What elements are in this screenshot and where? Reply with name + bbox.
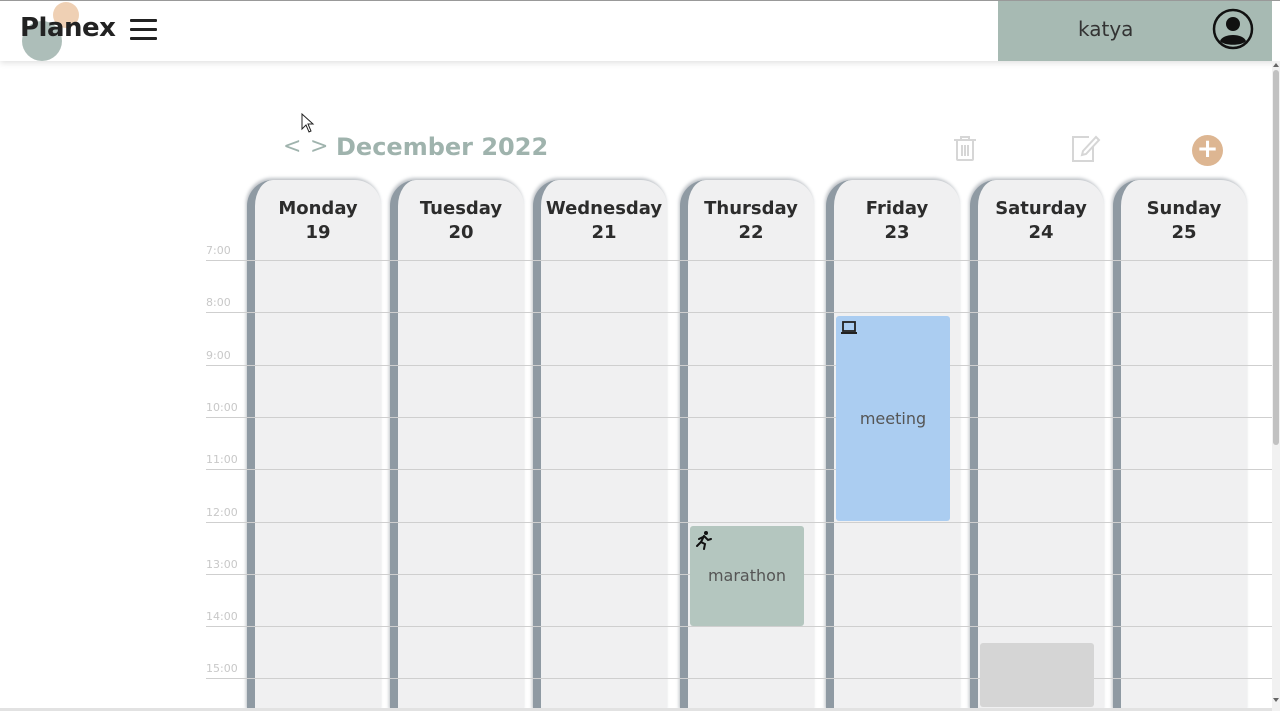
top-bar: Planex katya bbox=[0, 0, 1280, 61]
day-name: Thursday bbox=[704, 198, 798, 219]
day-number: 19 bbox=[305, 222, 331, 243]
next-week-button[interactable]: > bbox=[310, 134, 328, 159]
time-label: 7:00 bbox=[206, 244, 231, 257]
running-icon bbox=[694, 530, 714, 554]
event-title: meeting bbox=[859, 408, 927, 428]
day-number: 25 bbox=[1171, 222, 1197, 243]
hour-gridline bbox=[206, 416, 1272, 418]
hour-gridline bbox=[206, 469, 1272, 471]
add-event-button[interactable]: + bbox=[1192, 135, 1223, 166]
hour-gridline bbox=[206, 260, 1272, 261]
mouse-cursor-icon bbox=[301, 112, 315, 137]
day-name: Sunday bbox=[1146, 198, 1222, 219]
hour-gridline bbox=[206, 626, 1272, 628]
day-name: Tuesday bbox=[419, 198, 503, 219]
time-label: 9:00 bbox=[206, 348, 231, 362]
day-name: Wednesday bbox=[545, 198, 663, 219]
day-number: 22 bbox=[738, 222, 764, 243]
username[interactable]: katya bbox=[1078, 17, 1133, 41]
hour-gridline bbox=[206, 312, 1272, 314]
event-card-marathon[interactable]: marathon bbox=[690, 525, 804, 627]
scrollbar-thumb[interactable] bbox=[1273, 70, 1279, 445]
time-label: 8:00 bbox=[206, 296, 231, 310]
delete-trash-icon[interactable] bbox=[951, 134, 979, 166]
day-number: 23 bbox=[884, 222, 910, 243]
time-label: 13:00 bbox=[206, 557, 238, 571]
time-label: 12:00 bbox=[206, 505, 238, 519]
scroll-up-arrow-icon[interactable] bbox=[1273, 63, 1279, 67]
time-label: 14:00 bbox=[206, 610, 238, 624]
laptop-icon bbox=[840, 320, 858, 340]
day-number: 21 bbox=[591, 222, 617, 243]
event-title: marathon bbox=[707, 565, 787, 585]
day-number: 24 bbox=[1028, 222, 1054, 243]
hour-gridline bbox=[206, 364, 1272, 366]
event-card[interactable] bbox=[980, 643, 1094, 707]
user-panel[interactable]: katya bbox=[998, 1, 1272, 61]
app-logo[interactable]: Planex bbox=[20, 13, 116, 43]
previous-week-button[interactable]: < bbox=[283, 134, 301, 159]
hamburger-menu-icon[interactable] bbox=[130, 19, 157, 41]
hour-gridline bbox=[206, 678, 1272, 680]
day-name: Monday bbox=[278, 198, 358, 219]
user-avatar-icon[interactable] bbox=[1212, 8, 1254, 54]
day-number: 20 bbox=[448, 222, 474, 243]
month-title: December 2022 bbox=[336, 133, 549, 161]
day-name: Friday bbox=[865, 198, 929, 219]
scroll-down-arrow-icon[interactable] bbox=[1273, 698, 1279, 702]
edit-pencil-icon[interactable] bbox=[1069, 133, 1101, 167]
event-card-meeting[interactable]: meeting bbox=[836, 316, 950, 522]
hour-gridline bbox=[206, 521, 1272, 523]
day-name: Saturday bbox=[995, 198, 1087, 219]
time-label: 10:00 bbox=[206, 400, 238, 414]
time-label: 15:00 bbox=[206, 662, 238, 676]
time-label: 11:00 bbox=[206, 453, 238, 467]
